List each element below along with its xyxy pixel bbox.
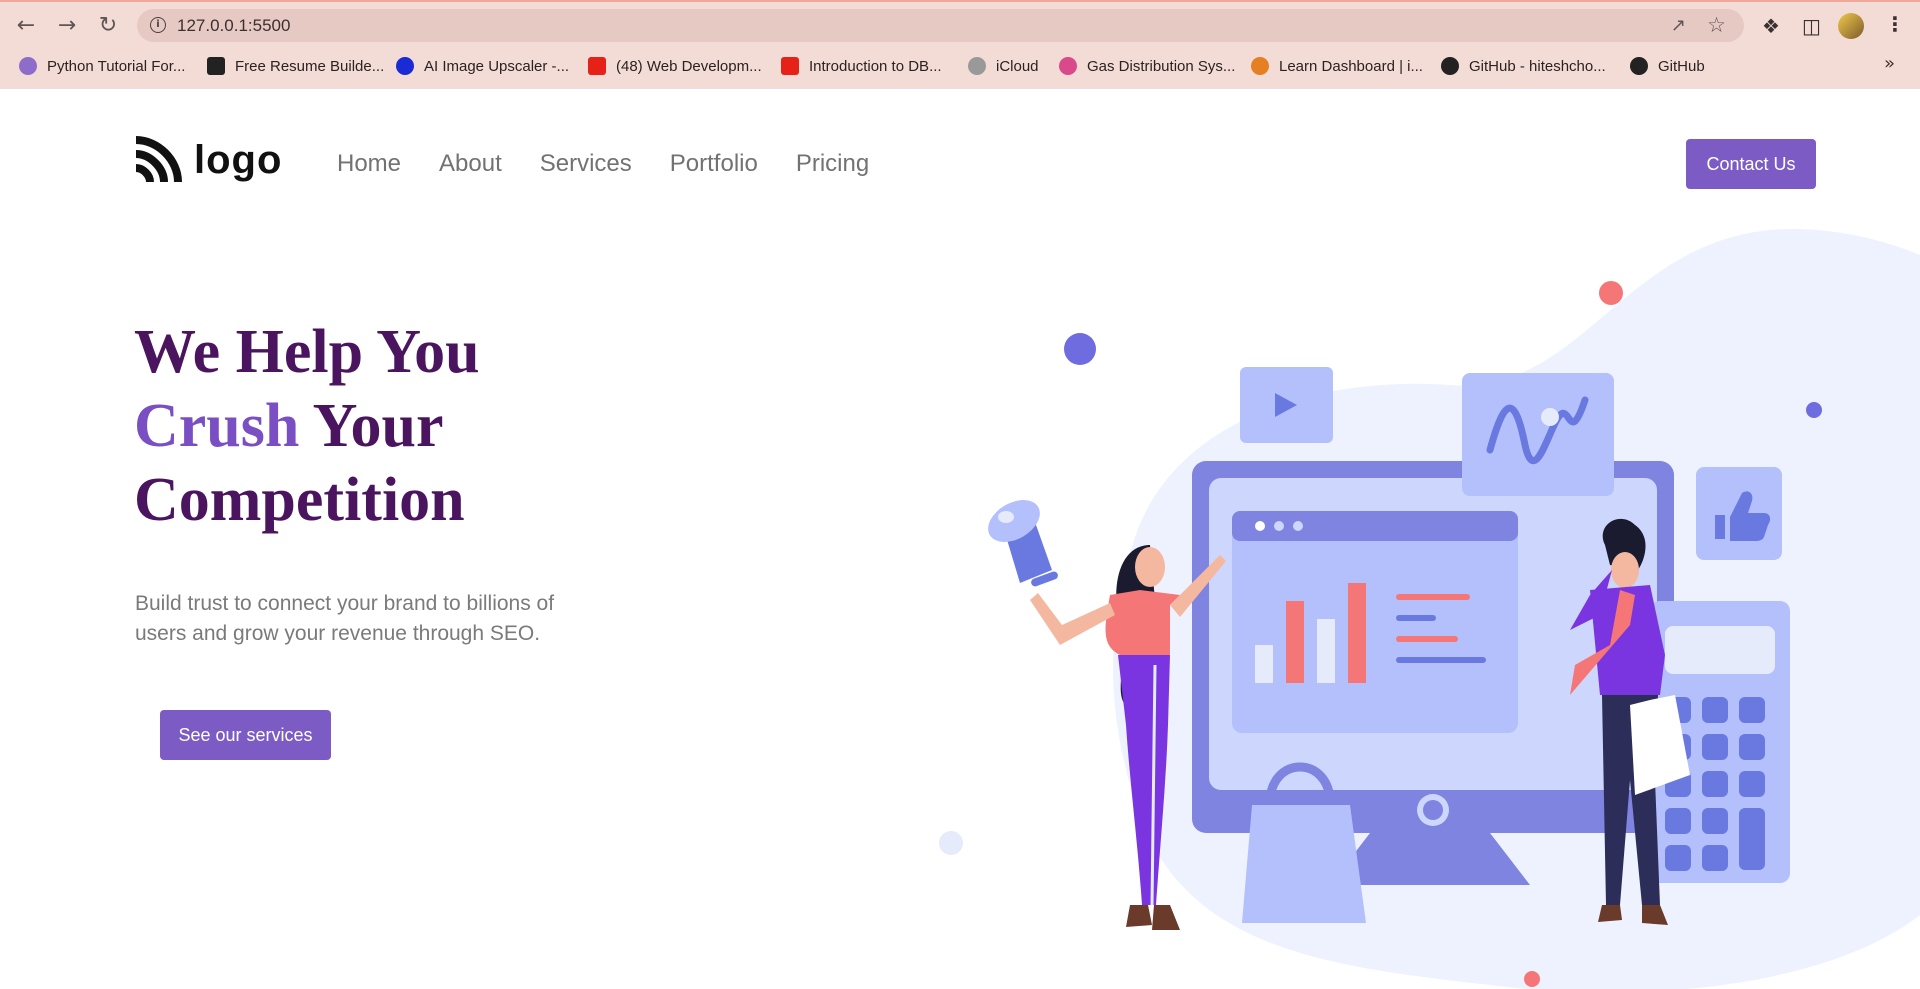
hero-illustration <box>939 229 1920 989</box>
decorative-dot <box>1599 281 1623 305</box>
bookmarks-bar: Python Tutorial For... Free Resume Build… <box>0 52 1920 80</box>
side-panel-icon[interactable]: ◫ <box>1802 14 1821 38</box>
bookmark-label: Free Resume Builde... <box>235 57 385 75</box>
hero-title: We Help You Crush Your Competition <box>134 315 734 537</box>
decorative-dot <box>1806 402 1822 418</box>
decorative-dot <box>1064 333 1096 365</box>
browser-toolbar: ← → ↻ i 127.0.0.1:5500 ↗ ☆ ❖ ◫ ⋮ <box>0 7 1920 43</box>
nav-home[interactable]: Home <box>337 150 401 178</box>
github-icon <box>1441 57 1459 75</box>
bookmark-item[interactable]: (48) Web Developm... <box>588 55 762 77</box>
line-graphic <box>1396 636 1458 642</box>
megaphone-icon <box>988 500 1058 587</box>
bookmark-label: GitHub - hiteshcho... <box>1469 57 1606 75</box>
site-info-icon[interactable]: i <box>150 17 166 33</box>
power-button-graphic <box>1423 800 1443 820</box>
forward-arrow-icon[interactable]: → <box>53 11 81 39</box>
bookmark-item[interactable]: iCloud <box>968 55 1039 77</box>
share-icon[interactable]: ↗ <box>1671 15 1686 36</box>
see-services-button[interactable]: See our services <box>160 710 331 760</box>
line-graphic <box>1396 657 1486 663</box>
bookmark-item[interactable]: GitHub - hiteshcho... <box>1441 55 1606 77</box>
bookmark-label: GitHub <box>1658 57 1705 75</box>
bookmark-label: iCloud <box>996 57 1039 75</box>
contact-us-button[interactable]: Contact Us <box>1686 139 1816 189</box>
window-dot <box>1255 521 1265 531</box>
bookmark-item[interactable]: AI Image Upscaler -... <box>396 55 569 77</box>
bookmark-favicon-icon <box>1059 57 1077 75</box>
nav-about[interactable]: About <box>439 150 502 178</box>
hero-title-line2: Your <box>299 392 444 460</box>
window-dot <box>1274 521 1284 531</box>
bookmark-favicon-icon <box>207 57 225 75</box>
analytics-card <box>1462 373 1614 496</box>
browser-chrome: ← → ↻ i 127.0.0.1:5500 ↗ ☆ ❖ ◫ ⋮ Python … <box>0 0 1920 88</box>
shopping-bag <box>1242 805 1366 923</box>
bookmark-item[interactable]: Introduction to DB... <box>781 55 942 77</box>
bookmark-item[interactable]: GitHub <box>1630 55 1705 77</box>
back-arrow-icon[interactable]: ← <box>12 11 40 39</box>
youtube-icon <box>588 57 606 75</box>
decorative-dot <box>939 831 963 855</box>
divider <box>0 88 1920 89</box>
nav-services[interactable]: Services <box>540 150 632 178</box>
nav-pricing[interactable]: Pricing <box>796 150 869 178</box>
tab-strip-edge <box>0 0 1920 2</box>
bookmark-item[interactable]: Gas Distribution Sys... <box>1059 55 1235 77</box>
bar-graphic <box>1348 583 1366 683</box>
nav-portfolio[interactable]: Portfolio <box>670 150 758 178</box>
hero-title-accent: Crush <box>134 392 300 460</box>
bookmark-star-icon[interactable]: ☆ <box>1707 13 1726 37</box>
bookmark-label: Learn Dashboard | i... <box>1279 57 1423 75</box>
bookmark-item[interactable]: Learn Dashboard | i... <box>1251 55 1423 77</box>
decorative-dot <box>1524 971 1540 987</box>
youtube-icon <box>781 57 799 75</box>
wave-dot <box>1541 408 1559 426</box>
hero-title-line1: We Help You <box>134 318 480 386</box>
profile-avatar[interactable] <box>1838 13 1864 39</box>
extensions-puzzle-icon[interactable]: ❖ <box>1762 14 1780 38</box>
bookmark-item[interactable]: Python Tutorial For... <box>19 55 185 77</box>
browser-menu-icon[interactable]: ⋮ <box>1885 12 1905 36</box>
address-bar[interactable]: i 127.0.0.1:5500 ↗ ☆ <box>137 9 1744 42</box>
logo-text: logo <box>194 137 283 182</box>
bar-graphic <box>1255 645 1273 683</box>
reload-icon[interactable]: ↻ <box>94 11 122 39</box>
url-text[interactable]: 127.0.0.1:5500 <box>177 16 290 36</box>
bookmarks-overflow-icon[interactable]: » <box>1884 53 1895 74</box>
bookmark-favicon-icon <box>19 57 37 75</box>
apple-icon <box>968 57 986 75</box>
rss-logo-icon <box>135 136 182 183</box>
bar-graphic <box>1317 619 1335 683</box>
bar-graphic <box>1286 601 1304 683</box>
bookmark-label: Gas Distribution Sys... <box>1087 57 1236 75</box>
main-nav: Home About Services Portfolio Pricing <box>337 150 907 178</box>
bookmark-favicon-icon <box>396 57 414 75</box>
browser-window <box>1232 511 1518 733</box>
github-icon <box>1630 57 1648 75</box>
bookmark-label: AI Image Upscaler -... <box>424 57 570 75</box>
line-graphic <box>1396 615 1436 621</box>
hero-description: Build trust to connect your brand to bil… <box>135 592 555 645</box>
hero-title-line3: Competition <box>134 466 465 534</box>
bookmark-favicon-icon <box>1251 57 1269 75</box>
window-dot <box>1293 521 1303 531</box>
line-graphic <box>1396 594 1470 600</box>
bookmark-label: (48) Web Developm... <box>616 57 762 75</box>
bookmark-label: Python Tutorial For... <box>47 57 186 75</box>
bookmark-item[interactable]: Free Resume Builde... <box>207 55 384 77</box>
site-logo[interactable]: logo <box>134 136 282 184</box>
calculator-display <box>1665 626 1775 674</box>
bookmark-label: Introduction to DB... <box>809 57 942 75</box>
